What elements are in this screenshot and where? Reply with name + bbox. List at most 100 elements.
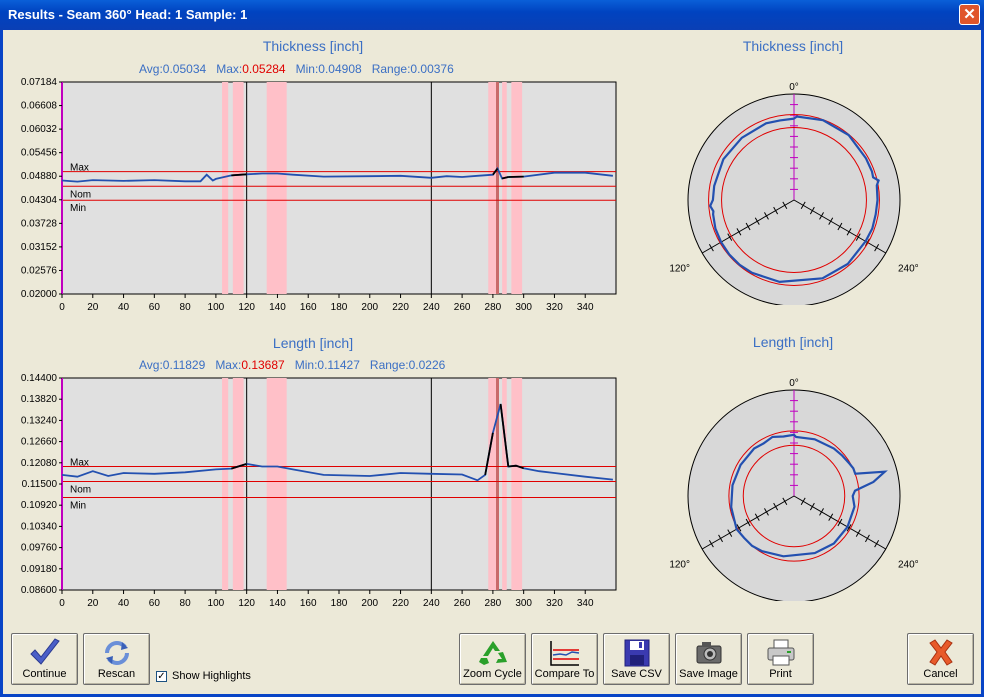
highlight-band bbox=[222, 378, 229, 590]
y-tick-label: 0.11500 bbox=[22, 479, 58, 490]
length-avg: 0.11829 bbox=[162, 358, 206, 372]
x-tick-label: 40 bbox=[118, 598, 130, 609]
x-tick-label: 200 bbox=[361, 598, 378, 609]
x-tick-label: 200 bbox=[361, 302, 378, 313]
x-tick-label: 300 bbox=[515, 302, 532, 313]
y-tick-label: 0.12080 bbox=[21, 458, 58, 469]
x-tick-label: 280 bbox=[485, 302, 502, 313]
highlight-band bbox=[511, 378, 523, 590]
show-highlights-checkbox[interactable]: ✓ bbox=[156, 671, 167, 682]
save-csv-button[interactable]: Save CSV bbox=[603, 633, 670, 685]
y-tick-label: 0.09180 bbox=[21, 564, 58, 575]
compare-to-button[interactable]: Compare To bbox=[531, 633, 598, 685]
polar-angle-label: 240° bbox=[898, 263, 919, 274]
highlight-band bbox=[502, 378, 507, 590]
highlight-band bbox=[232, 82, 244, 294]
highlight-band bbox=[222, 82, 229, 294]
window-close-button[interactable]: ✕ bbox=[959, 4, 980, 25]
x-tick-label: 340 bbox=[577, 598, 594, 609]
polar-angle-label: 240° bbox=[898, 559, 919, 570]
print-label: Print bbox=[769, 668, 792, 680]
x-tick-label: 140 bbox=[269, 598, 286, 609]
floppy-disk-icon bbox=[624, 639, 649, 667]
y-tick-label: 0.09760 bbox=[21, 543, 58, 554]
x-tick-label: 20 bbox=[87, 302, 99, 313]
y-tick-label: 0.12660 bbox=[21, 437, 58, 448]
y-tick-label: 0.13820 bbox=[21, 394, 58, 405]
thickness-max: 0.05284 bbox=[242, 62, 286, 76]
recycle-icon bbox=[478, 641, 507, 665]
x-tick-label: 220 bbox=[392, 302, 409, 313]
cancel-button[interactable]: Cancel bbox=[907, 633, 974, 685]
x-tick-label: 300 bbox=[515, 598, 532, 609]
y-tick-label: 0.03152 bbox=[21, 242, 58, 253]
checkmark-icon bbox=[29, 638, 60, 665]
continue-label: Continue bbox=[22, 668, 67, 680]
y-tick-label: 0.02000 bbox=[21, 289, 58, 300]
y-tick-label: 0.14400 bbox=[21, 374, 58, 384]
thickness-chart-title: Thickness [inch] bbox=[262, 38, 364, 54]
x-tick-label: 120 bbox=[238, 598, 255, 609]
thickness-line-chart: Max Nom Min 0.07184 0.06608 0.06032 0.05456 0.0… bbox=[21, 78, 617, 313]
polar-angle-label: 120° bbox=[670, 559, 690, 570]
highlight-band bbox=[502, 82, 507, 294]
x-tick-label: 260 bbox=[454, 302, 471, 313]
highlight-segment bbox=[231, 173, 247, 177]
x-tick-label: 100 bbox=[208, 598, 225, 609]
length-chart-title: Length [inch] bbox=[272, 335, 354, 351]
x-tick-label: 320 bbox=[546, 302, 563, 313]
x-tick-label: 60 bbox=[149, 302, 161, 313]
chart-compare-icon bbox=[549, 641, 579, 666]
window-title: Results - Seam 360° Head: 1 Sample: 1 bbox=[8, 7, 248, 22]
print-button[interactable]: Print bbox=[747, 633, 814, 685]
x-tick-label: 20 bbox=[87, 598, 99, 609]
x-tick-label: 40 bbox=[118, 302, 130, 313]
x-tick-label: 0 bbox=[59, 302, 65, 313]
polar-length-chart: 0° 120° 240° bbox=[670, 378, 919, 601]
zoom-cycle-button[interactable]: Zoom Cycle bbox=[459, 633, 526, 685]
plot-area bbox=[61, 377, 617, 591]
y-tick-label: 0.08600 bbox=[21, 585, 58, 596]
x-tick-label: 240 bbox=[423, 302, 440, 313]
thickness-avg: 0.05034 bbox=[162, 62, 207, 76]
continue-button[interactable]: Continue bbox=[11, 633, 78, 685]
y-tick-label: 0.06608 bbox=[21, 101, 58, 112]
rescan-label: Rescan bbox=[97, 668, 136, 680]
y-tick-label: 0.05456 bbox=[21, 148, 58, 159]
save-image-button[interactable]: Save Image bbox=[675, 633, 742, 685]
y-tick-label: 0.03728 bbox=[21, 218, 58, 229]
y-tick-label: 0.04880 bbox=[21, 171, 58, 182]
cancel-label: Cancel bbox=[923, 668, 958, 680]
polar-thickness-chart: 0° 120° 240° bbox=[670, 82, 919, 305]
x-tick-label: 180 bbox=[331, 598, 348, 609]
highlight-band bbox=[488, 82, 496, 294]
rescan-button[interactable]: Rescan bbox=[83, 633, 150, 685]
ref-label-max: Max bbox=[70, 457, 89, 468]
highlight-band bbox=[232, 378, 244, 590]
x-tick-label: 100 bbox=[208, 302, 225, 313]
highlight-band bbox=[488, 378, 496, 590]
ref-label-nom: Nom bbox=[70, 189, 91, 200]
x-tick-label: 240 bbox=[423, 598, 440, 609]
thickness-min: 0.04908 bbox=[318, 62, 362, 76]
show-highlights-label: Show Highlights bbox=[172, 670, 251, 682]
x-tick-label: 80 bbox=[180, 598, 192, 609]
y-tick-label: 0.04304 bbox=[21, 195, 58, 206]
compare-to-label: Compare To bbox=[534, 668, 595, 680]
length-min: 0.11427 bbox=[317, 358, 360, 372]
ref-label-max: Max bbox=[70, 163, 89, 174]
highlight-band bbox=[266, 378, 287, 590]
x-tick-label: 340 bbox=[577, 302, 594, 313]
highlight-band bbox=[266, 82, 287, 294]
x-tick-label: 60 bbox=[149, 598, 161, 609]
length-stats: Avg:0.11829 Max:0.13687 Min:0.11427 Rang… bbox=[139, 358, 446, 372]
x-tick-label: 160 bbox=[300, 302, 317, 313]
y-tick-label: 0.10340 bbox=[21, 521, 58, 532]
thickness-stats: Avg:0.05034 Max:0.05284 Min:0.04908 Rang… bbox=[139, 62, 454, 76]
zoom-cycle-label: Zoom Cycle bbox=[463, 668, 522, 680]
highlight-band bbox=[511, 82, 523, 294]
y-tick-label: 0.06032 bbox=[21, 124, 58, 135]
x-tick-label: 320 bbox=[546, 598, 563, 609]
polar-length-title: Length [inch] bbox=[752, 334, 834, 350]
cancel-x-icon bbox=[928, 639, 953, 666]
